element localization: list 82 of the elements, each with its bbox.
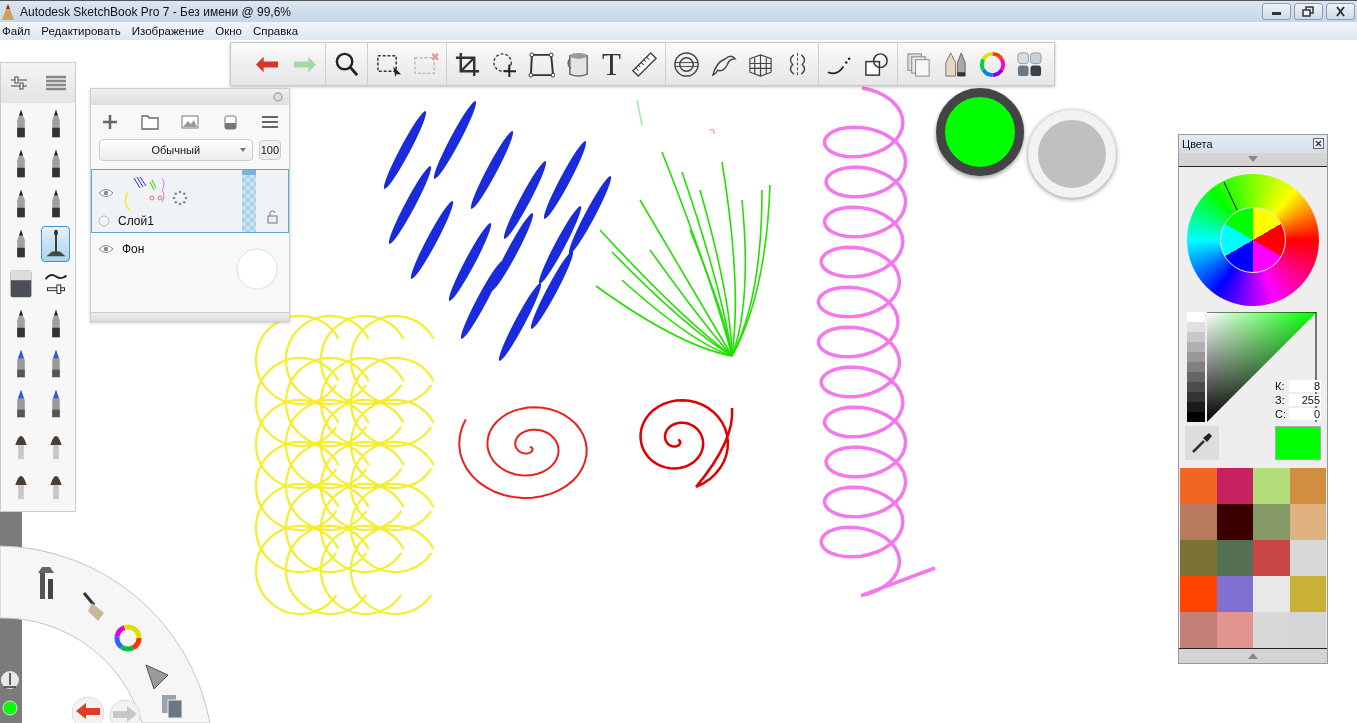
layer-name: Фон <box>122 242 145 256</box>
pages-icon[interactable] <box>904 50 932 78</box>
menu-icon[interactable] <box>261 113 279 131</box>
image-icon[interactable] <box>181 113 199 131</box>
value-field[interactable]: 255 <box>1289 394 1321 407</box>
caret-icon <box>239 148 246 152</box>
eye-icon[interactable] <box>98 244 114 254</box>
opacity-field[interactable]: 100 <box>258 140 281 160</box>
folder-icon[interactable] <box>141 113 159 131</box>
tools-icon[interactable] <box>38 567 54 599</box>
opacity-slider[interactable] <box>242 170 256 232</box>
window-title: Autodesk SketchBook Pro 7 - Без имени @ 99,6% <box>20 4 293 19</box>
lightness-ramp[interactable] <box>1187 312 1205 423</box>
color-dot[interactable] <box>2 700 18 716</box>
color-swatch[interactable] <box>1180 612 1217 649</box>
color-swatch[interactable] <box>1253 576 1290 613</box>
radio-icon[interactable] <box>98 215 110 227</box>
airbrush-icon[interactable] <box>1 671 19 689</box>
app-logo-icon <box>2 3 14 20</box>
value-field[interactable]: 0 <box>1289 408 1321 421</box>
layer-thumbnail <box>236 248 278 290</box>
color-swatch[interactable] <box>1180 468 1217 505</box>
layer-row[interactable]: Слой1 <box>91 169 289 233</box>
menu-item[interactable]: Справка <box>250 25 308 37</box>
minimize-icon[interactable] <box>1262 3 1291 20</box>
eyedropper-icon[interactable] <box>1185 426 1219 461</box>
color-swatch[interactable] <box>1216 504 1253 541</box>
color-swatch[interactable] <box>1216 612 1253 649</box>
panel-title: Цвета <box>1182 137 1213 150</box>
color-swatch[interactable] <box>1180 540 1217 577</box>
pages-icon[interactable] <box>162 695 183 719</box>
airbrush-icon[interactable] <box>41 226 70 262</box>
color-swatch[interactable] <box>1216 468 1253 505</box>
distort-icon[interactable] <box>528 50 555 78</box>
close-icon[interactable] <box>1313 138 1324 150</box>
crop-icon[interactable] <box>454 50 481 78</box>
swatches-icon[interactable] <box>1015 50 1043 78</box>
restore-icon[interactable] <box>1294 3 1323 20</box>
color-swatch[interactable] <box>1216 576 1253 613</box>
text-tool[interactable]: T <box>602 48 621 80</box>
color-swatch[interactable] <box>1180 504 1217 541</box>
paintbrush-icon[interactable] <box>82 592 104 621</box>
field-label: С: <box>1275 408 1286 421</box>
stroke-mark-drawing <box>636 99 643 126</box>
color-swatch[interactable] <box>1253 468 1290 505</box>
field-label: К: <box>1275 380 1286 393</box>
color-swatch[interactable] <box>1289 612 1326 649</box>
color-swatch[interactable] <box>1180 576 1217 613</box>
shapes-icon[interactable] <box>862 50 890 78</box>
undo-icon[interactable] <box>71 696 105 723</box>
search-icon[interactable] <box>333 50 360 78</box>
close-icon[interactable] <box>1326 3 1355 20</box>
color-swatch[interactable] <box>1289 576 1326 613</box>
color-swatch[interactable] <box>1253 612 1290 649</box>
color-swatch[interactable] <box>1216 540 1253 577</box>
sliders-icon[interactable] <box>10 74 28 92</box>
color-swatch[interactable] <box>1289 540 1326 577</box>
layer-mask-icon[interactable] <box>221 113 239 131</box>
layer-name: Слой1 <box>118 214 154 228</box>
dot-mark-drawing <box>709 128 715 135</box>
color-wheel-icon[interactable] <box>114 624 142 652</box>
menu-item[interactable]: Изображение <box>129 25 214 37</box>
menu-item[interactable]: Редактировать <box>39 25 130 37</box>
transform-icon[interactable] <box>491 50 518 78</box>
eye-icon[interactable] <box>98 188 114 198</box>
color-swatch[interactable] <box>1289 468 1326 505</box>
color-swatch[interactable] <box>1253 540 1290 577</box>
color-wheel-icon[interactable] <box>978 50 1006 78</box>
hue-marker <box>1223 181 1238 211</box>
field-label: З: <box>1275 394 1286 407</box>
menu-item[interactable]: Окно <box>213 25 251 37</box>
color-swatch[interactable] <box>1253 504 1290 541</box>
add-icon[interactable] <box>101 113 119 131</box>
menu-item[interactable]: Файл <box>0 25 40 37</box>
color-puck[interactable] <box>936 88 1024 176</box>
blend-mode-dropdown[interactable]: Обычный <box>99 139 253 161</box>
ellipse-guide-icon[interactable] <box>672 50 700 78</box>
color-swatch[interactable] <box>1289 504 1326 541</box>
layer-row[interactable]: Фон <box>91 237 289 301</box>
value-field[interactable]: 8 <box>1289 380 1321 393</box>
pointer-icon[interactable] <box>145 664 169 690</box>
lock-icon[interactable] <box>266 210 278 224</box>
